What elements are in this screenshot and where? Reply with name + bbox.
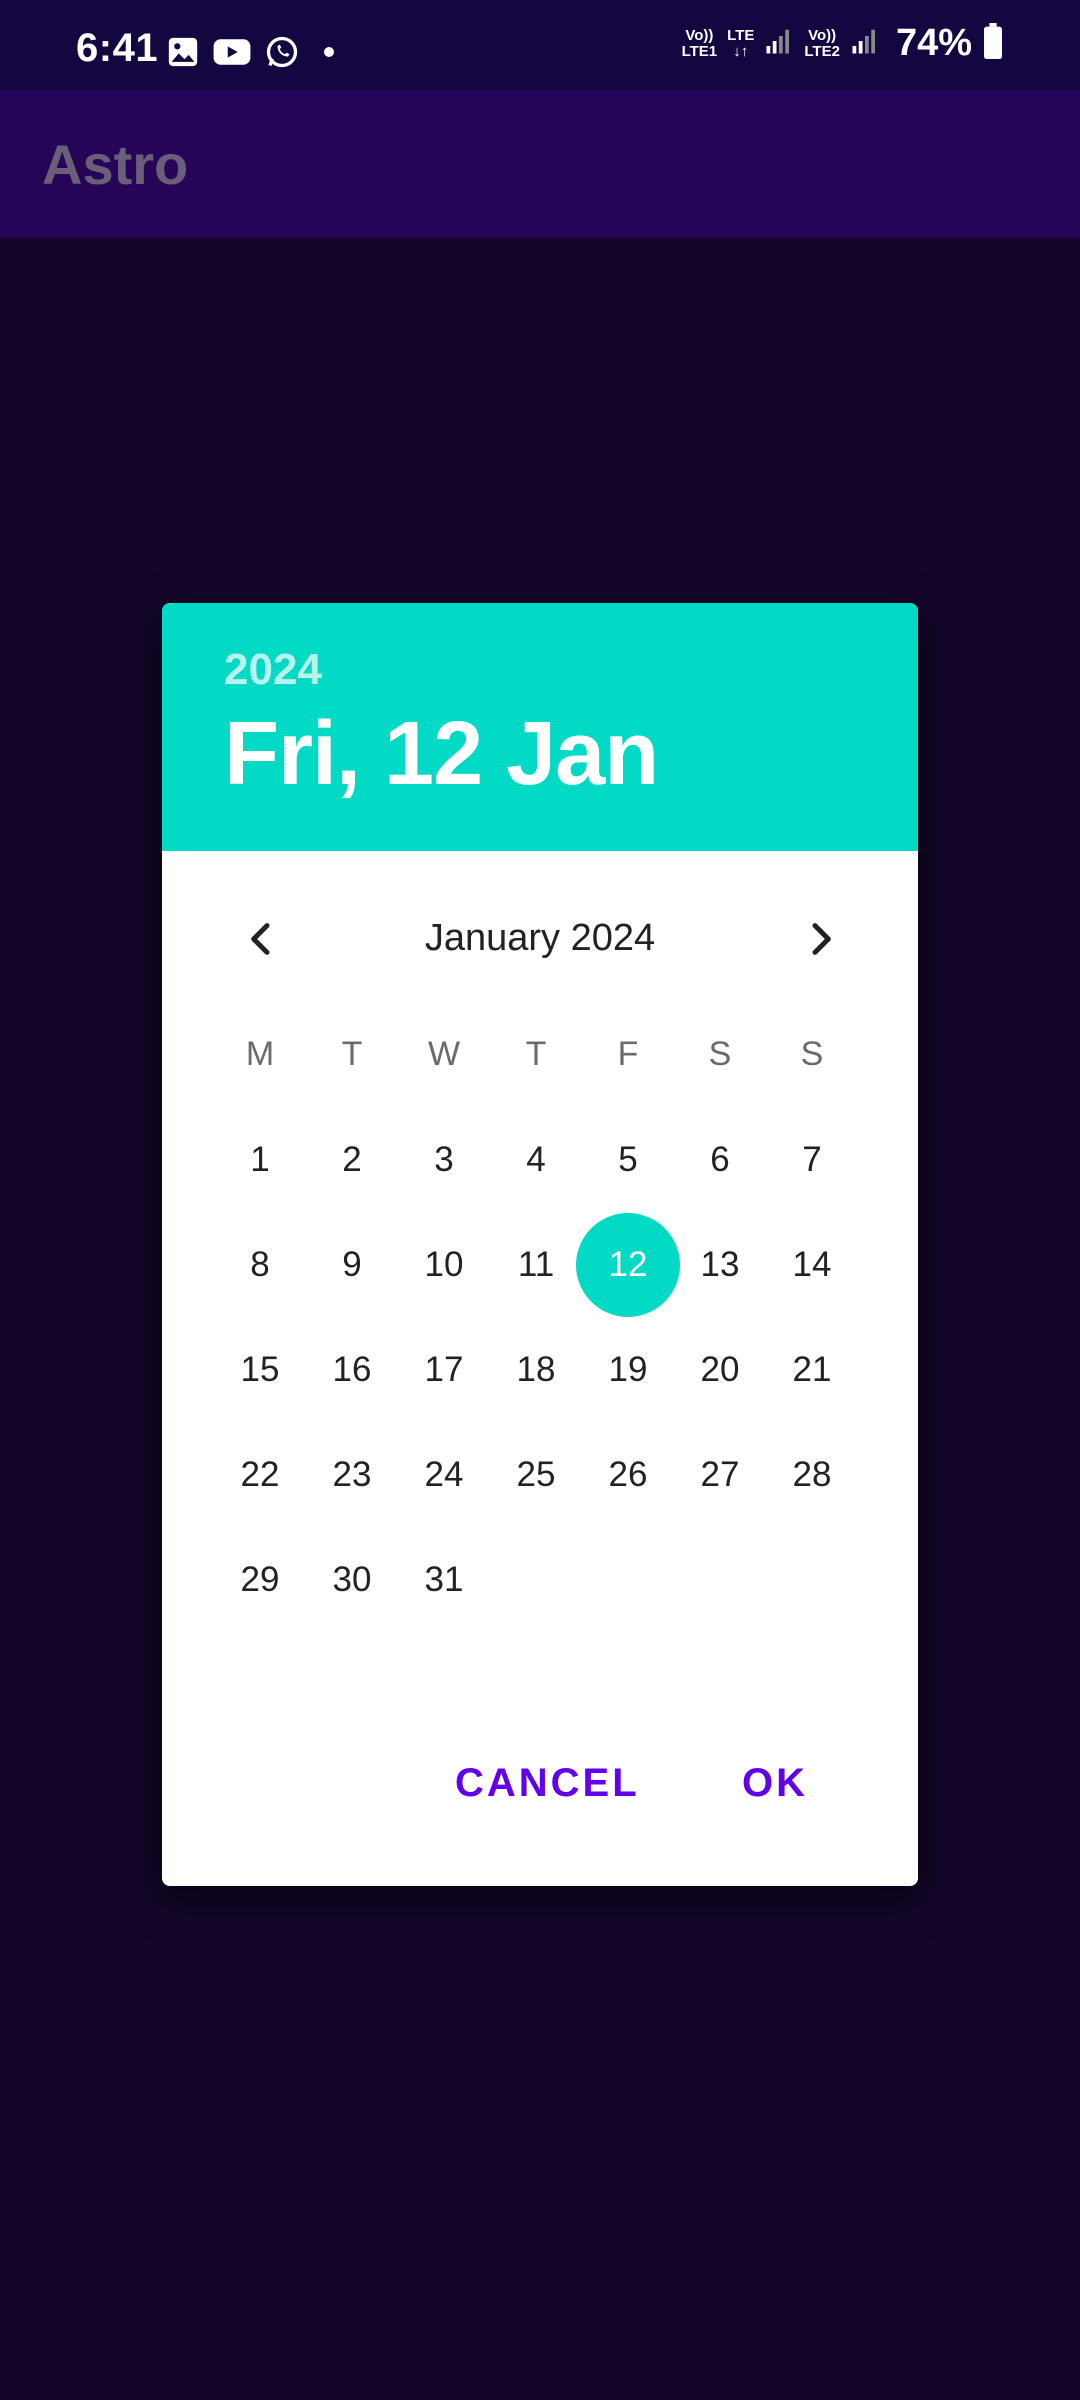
youtube-icon: [212, 35, 252, 69]
calendar-day[interactable]: 25: [484, 1423, 588, 1527]
lte-data-label: LTE ↓↑: [727, 26, 755, 60]
month-navigation: January 2024: [162, 851, 918, 1031]
calendar-day[interactable]: 4: [484, 1108, 588, 1212]
gallery-icon: [166, 35, 200, 69]
calendar-day[interactable]: 11: [484, 1213, 588, 1317]
cancel-button[interactable]: CANCEL: [455, 1761, 640, 1806]
dialog-actions: CANCEL OK: [162, 1733, 918, 1853]
next-month-button[interactable]: [776, 895, 864, 983]
lte-label-bottom: ↓↑: [733, 42, 749, 60]
calendar-day[interactable]: 28: [760, 1423, 864, 1527]
sim1-label-bottom: LTE1: [681, 42, 718, 60]
calendar-day[interactable]: 22: [208, 1423, 312, 1527]
calendar-day[interactable]: 15: [208, 1318, 312, 1422]
notification-icons: [166, 34, 334, 70]
app-bar: Astro: [0, 90, 1080, 238]
calendar-day[interactable]: 20: [668, 1318, 772, 1422]
calendar-day[interactable]: 10: [392, 1213, 496, 1317]
header-selected-date[interactable]: Fri, 12 Jan: [224, 703, 659, 806]
weekday-label: T: [525, 1035, 547, 1073]
calendar-day[interactable]: 5: [576, 1108, 680, 1212]
weekday-label: F: [617, 1035, 639, 1073]
notification-dot: [324, 47, 334, 57]
calendar-day[interactable]: 24: [392, 1423, 496, 1527]
calendar-day[interactable]: 19: [576, 1318, 680, 1422]
weekday-label: W: [427, 1035, 461, 1073]
weekday-label: M: [245, 1035, 275, 1073]
sim2-label-top: Vo)): [808, 26, 837, 44]
sim1-label-top: Vo)): [685, 26, 714, 44]
ok-button[interactable]: OK: [742, 1761, 808, 1806]
app-title: Astro: [42, 133, 189, 196]
lte-label-top: LTE: [727, 26, 755, 44]
calendar-day[interactable]: 27: [668, 1423, 772, 1527]
calendar-day[interactable]: 26: [576, 1423, 680, 1527]
date-picker-header: 2024 Fri, 12 Jan: [162, 603, 918, 851]
system-indicators: Vo)) LTE1 LTE ↓↑ Vo)) LTE2 74%: [682, 22, 1004, 65]
calendar-day[interactable]: 2: [300, 1108, 404, 1212]
calendar-day[interactable]: 29: [208, 1528, 312, 1632]
calendar-day[interactable]: 17: [392, 1318, 496, 1422]
sim2-label-bottom: LTE2: [804, 42, 840, 60]
header-year[interactable]: 2024: [224, 645, 322, 695]
calendar-day[interactable]: 31: [392, 1528, 496, 1632]
calendar-day[interactable]: 30: [300, 1528, 404, 1632]
weekday-label: S: [708, 1035, 732, 1073]
calendar-day[interactable]: 9: [300, 1213, 404, 1317]
calendar-day[interactable]: 13: [668, 1213, 772, 1317]
sim2-volte-label: Vo)) LTE2: [804, 26, 840, 60]
sim1-volte-label: Vo)) LTE1: [681, 26, 718, 60]
chevron-right-icon: [812, 923, 831, 955]
calendar-day[interactable]: 6: [668, 1108, 772, 1212]
calendar-day[interactable]: 1: [208, 1108, 312, 1212]
calendar-day[interactable]: 21: [760, 1318, 864, 1422]
whatsapp-icon: [264, 34, 300, 70]
battery-percent: 74%: [895, 22, 972, 64]
signal-icon: [850, 26, 880, 61]
status-bar: 6:41 Vo)) LTE1 LTE ↓↑ Vo)) LTE2 74%: [0, 0, 1080, 90]
calendar-day[interactable]: 23: [300, 1423, 404, 1527]
signal-icon: [764, 26, 794, 61]
calendar-day[interactable]: 7: [760, 1108, 864, 1212]
calendar-day[interactable]: 18: [484, 1318, 588, 1422]
calendar-day[interactable]: 8: [208, 1213, 312, 1317]
calendar-day[interactable]: 14: [760, 1213, 864, 1317]
weekday-label: S: [800, 1035, 824, 1073]
calendar-day[interactable]: 3: [392, 1108, 496, 1212]
selected-day[interactable]: 12: [576, 1213, 680, 1317]
battery-icon: [982, 23, 1004, 64]
weekday-label: T: [341, 1035, 363, 1073]
status-time: 6:41: [76, 26, 159, 70]
calendar-day[interactable]: 16: [300, 1318, 404, 1422]
